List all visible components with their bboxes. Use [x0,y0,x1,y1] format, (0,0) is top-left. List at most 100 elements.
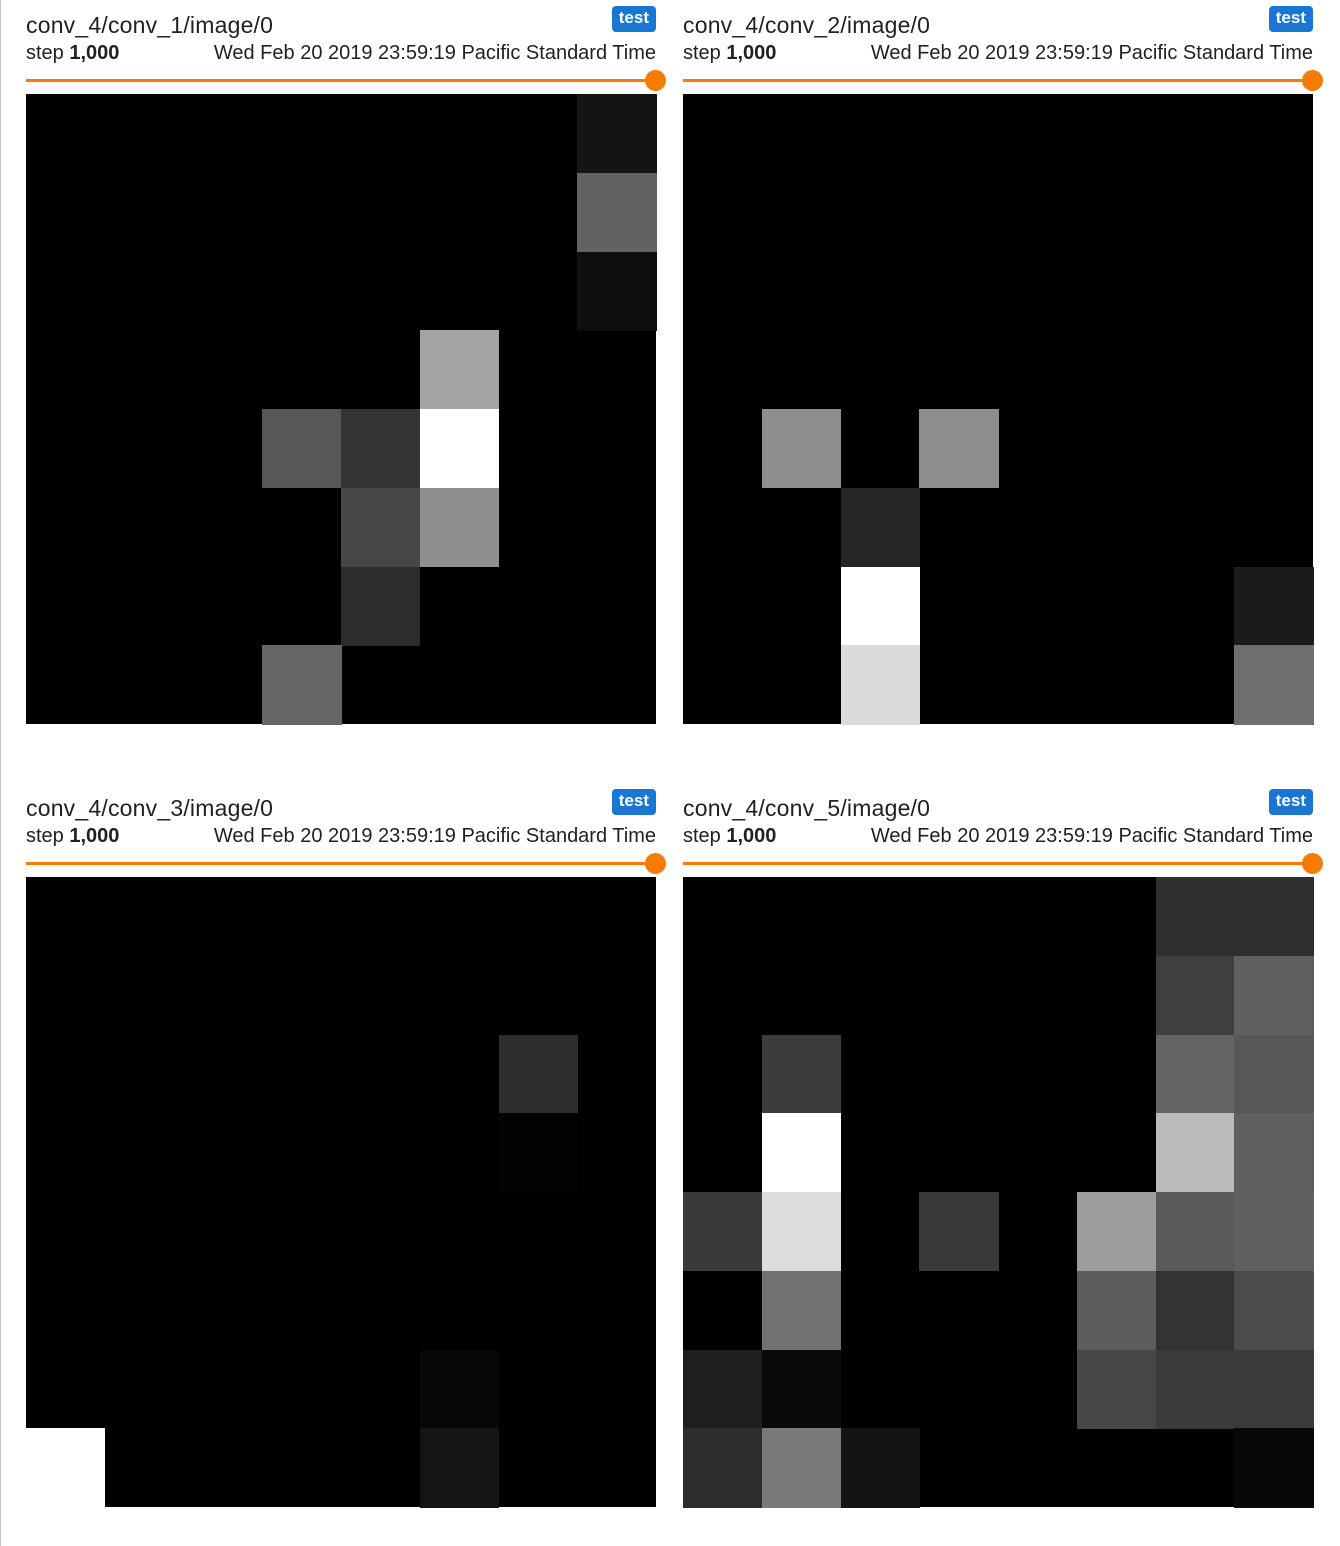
wall-time: Wed Feb 20 2019 23:59:19 Pacific Standar… [870,42,1313,64]
image-pixel [1155,1349,1235,1429]
image-pixel [1234,1349,1314,1429]
image-pixel [1076,1270,1156,1350]
run-tag-badge: test [611,6,656,32]
card-meta: step 1,000 Wed Feb 20 2019 23:59:19 Paci… [26,42,656,68]
card-meta: step 1,000 Wed Feb 20 2019 23:59:19 Paci… [683,42,1313,68]
step-info: step 1,000 [683,42,776,65]
card-meta: step 1,000 Wed Feb 20 2019 23:59:19 Paci… [683,825,1313,851]
image-pixel [577,172,657,252]
image-pixel [1234,1428,1314,1508]
image-pixel [262,645,342,725]
image-pixel [1076,1192,1156,1272]
step-info: step 1,000 [683,825,776,848]
step-label: step [683,825,721,847]
image-pixel [341,409,421,489]
image-pixel [840,487,920,567]
run-tag-badge: test [611,789,656,815]
image-pixel [1234,955,1314,1035]
image-pixel [761,1270,841,1350]
image-pixel [1155,955,1235,1035]
wall-time: Wed Feb 20 2019 23:59:19 Pacific Standar… [213,42,656,64]
slider-thumb[interactable] [1302,70,1323,91]
image-pixel [498,1034,578,1114]
card-meta: step 1,000 Wed Feb 20 2019 23:59:19 Paci… [26,825,656,851]
summary-image [26,94,657,725]
image-pixel [1155,1034,1235,1114]
image-pixel [840,1428,920,1508]
image-pixel [26,1428,106,1508]
image-pixel [761,409,841,489]
card-title: conv_4/conv_3/image/0 [26,795,274,821]
step-slider[interactable] [683,851,1323,875]
image-pixel [683,1192,763,1272]
image-pixel [419,1349,499,1429]
image-card-conv-1: conv_4/conv_1/image/0 test step 1,000 We… [26,0,666,740]
wall-time: Wed Feb 20 2019 23:59:19 Pacific Standar… [213,825,656,847]
step-label: step [26,42,64,64]
card-title: conv_4/conv_1/image/0 [26,12,274,38]
image-pixel [498,1113,578,1193]
image-pixel [761,1192,841,1272]
image-pixel [1076,1349,1156,1429]
image-pixel [761,1428,841,1508]
image-pixel [1155,877,1235,957]
card-title: conv_4/conv_5/image/0 [683,795,931,821]
step-info: step 1,000 [26,825,119,848]
step-value: 1,000 [726,42,777,64]
summary-image [683,877,1314,1508]
step-slider[interactable] [683,68,1323,92]
card-title: conv_4/conv_2/image/0 [683,12,931,38]
image-pixel [419,487,499,567]
image-pixel [1155,1270,1235,1350]
image-pixel [1234,877,1314,957]
step-slider[interactable] [26,68,666,92]
image-pixel [683,1428,763,1508]
image-pixel [419,330,499,410]
image-pixel [919,1192,999,1272]
run-tag-badge: test [1268,6,1313,32]
slider-thumb[interactable] [645,70,666,91]
slider-track[interactable] [26,862,654,865]
image-pixel [419,1428,499,1508]
run-tag-badge: test [1268,789,1313,815]
slider-thumb[interactable] [645,853,666,874]
image-pixel [341,487,421,567]
image-pixel [1155,1192,1235,1272]
image-pixel [683,1349,763,1429]
image-pixel [919,409,999,489]
slider-track[interactable] [26,79,654,82]
summary-image [26,877,656,1508]
step-info: step 1,000 [26,42,119,65]
image-pixel [419,409,499,489]
image-pixel [840,645,920,725]
summary-image [683,94,1314,725]
image-card-conv-3: conv_4/conv_3/image/0 test step 1,000 We… [26,783,666,1523]
step-label: step [26,825,64,847]
image-pixel [1234,645,1314,725]
image-pixel [840,566,920,646]
image-pixel [761,1113,841,1193]
image-pixel [1234,1034,1314,1114]
step-label: step [683,42,721,64]
step-slider[interactable] [26,851,666,875]
image-pixel [577,251,657,331]
image-card-conv-5: conv_4/conv_5/image/0 test step 1,000 We… [683,783,1323,1523]
image-card-conv-2: conv_4/conv_2/image/0 test step 1,000 We… [683,0,1323,740]
slider-track[interactable] [683,862,1311,865]
image-pixel [1234,566,1314,646]
image-pixel [761,1349,841,1429]
image-pixel [341,566,421,646]
image-pixel [761,1034,841,1114]
step-value: 1,000 [726,825,777,847]
slider-thumb[interactable] [1302,853,1323,874]
page-left-border [0,0,1,1546]
image-pixel [1234,1270,1314,1350]
image-pixel [1234,1113,1314,1193]
image-pixel [577,94,657,174]
image-pixel [262,409,342,489]
step-value: 1,000 [69,825,120,847]
wall-time: Wed Feb 20 2019 23:59:19 Pacific Standar… [870,825,1313,847]
slider-track[interactable] [683,79,1311,82]
image-pixel [1155,1113,1235,1193]
step-value: 1,000 [69,42,120,64]
